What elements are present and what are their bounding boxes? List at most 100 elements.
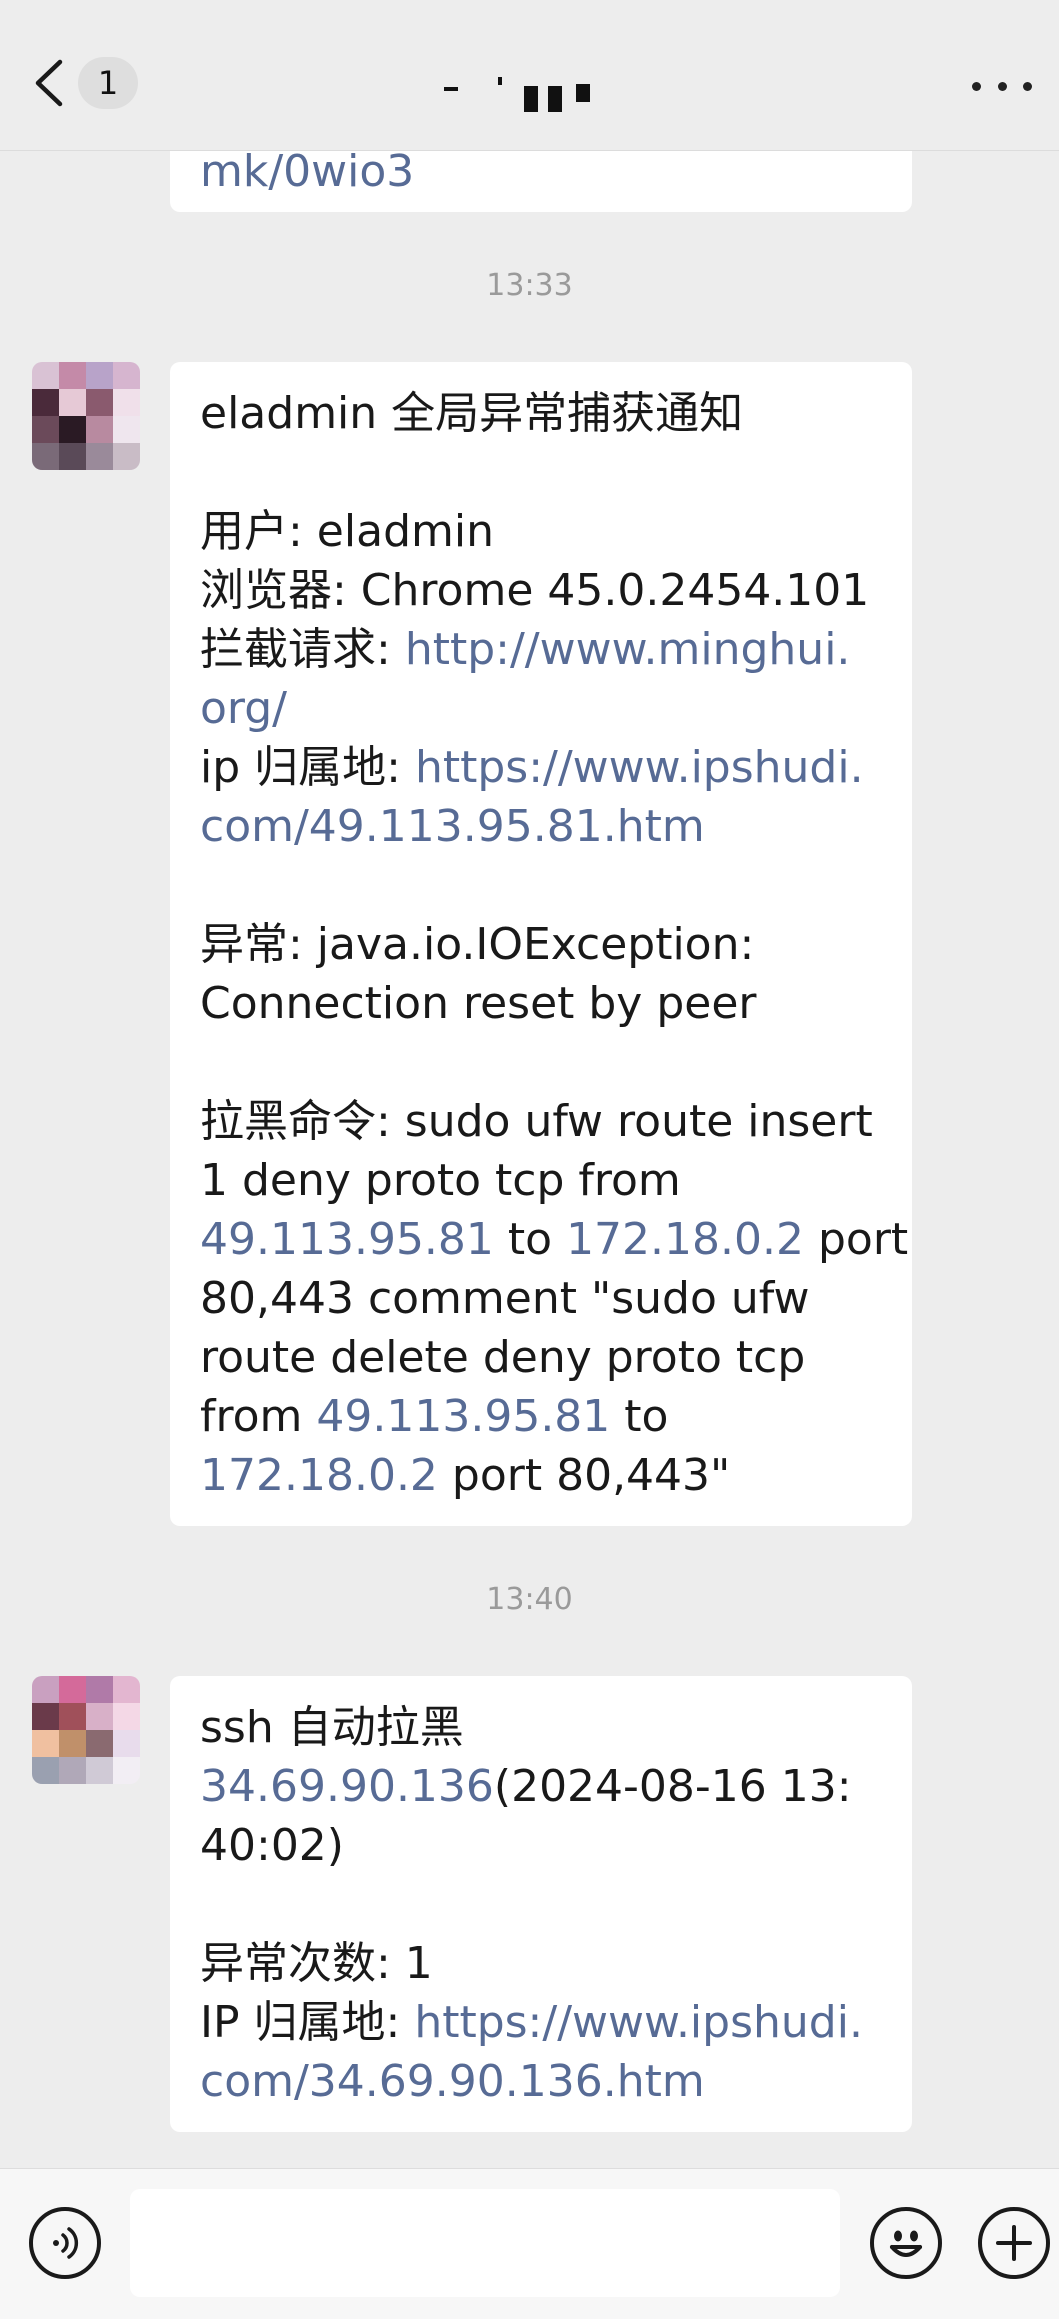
input-bar [0,2168,1059,2319]
back-button[interactable]: 1 [30,52,150,114]
avatar-pixel [32,416,59,443]
avatar-pixel [113,416,140,443]
message-link[interactable]: org/ [200,683,287,734]
message-text: from [200,1391,317,1442]
message-line: 172.18.0.2 port 80,443" [200,1446,882,1505]
more-dot [1023,81,1032,91]
message-line: route delete deny proto tcp [200,1328,882,1387]
avatar-pixel [59,443,86,470]
message-line: 80,443 comment "sudo ufw [200,1269,882,1328]
avatar-pixel [59,416,86,443]
voice-icon [53,2227,79,2259]
message-text: 1 deny proto tcp from [200,1155,681,1206]
message-text: (2024-08-16 13: [493,1761,852,1812]
avatar-pixel [59,1757,86,1784]
avatar-pixel [113,1703,140,1730]
avatar-pixel [59,362,86,389]
message-link[interactable]: com/49.113.95.81.htm [200,801,705,852]
message-text: 异常次数: 1 [200,1938,433,1989]
message-input[interactable] [130,2189,840,2297]
message-line: 1 deny proto tcp from [200,1151,882,1210]
plus-button[interactable] [978,2207,1050,2279]
message-line: IP 归属地: https://www.ipshudi. [200,1993,882,2052]
timestamp: 13:40 [486,1582,573,1617]
avatar-pixel [32,1703,59,1730]
avatar-pixel [59,1703,86,1730]
message-link[interactable]: 172.18.0.2 [566,1214,804,1265]
message-link[interactable]: mk/0wio3 [200,146,414,197]
status-bar [0,0,1059,16]
voice-button[interactable] [29,2207,101,2279]
message-text: ip 归属地: [200,742,415,793]
message-line: 用户: eladmin [200,502,882,561]
message-text: to [610,1391,669,1442]
message-line: 40:02) [200,1816,882,1875]
avatar-pixel [59,389,86,416]
avatar-pixel [32,1676,59,1703]
message-line: 49.113.95.81 to 172.18.0.2 port [200,1210,908,1269]
message-text: 用户: eladmin [200,506,494,557]
message-line: Connection reset by peer [200,974,882,1033]
message-link[interactable]: http://www.minghui. [405,624,851,675]
message-line: com/34.69.90.136.htm [200,2052,882,2111]
message-link[interactable]: https://www.ipshudi. [415,742,864,793]
message-line: ip 归属地: https://www.ipshudi. [200,738,882,797]
avatar-pixel [32,1757,59,1784]
avatar-pixel [113,1676,140,1703]
avatar-pixel [86,1676,113,1703]
nav-bar: 1 [0,16,1059,151]
avatar-pixel [86,1730,113,1757]
timestamp: 13:33 [486,268,573,303]
message-title: eladmin 全局异常捕获通知 [200,388,744,439]
message-text: IP 归属地: [200,1997,415,2048]
avatar[interactable] [32,362,140,470]
message-line: 异常: java.io.IOException: [200,915,882,974]
avatar-pixel [86,1703,113,1730]
message-link[interactable]: 49.113.95.81 [200,1214,494,1265]
message-line: 异常次数: 1 [200,1934,882,1993]
message-bubble[interactable]: ssh 自动拉黑 34.69.90.136(2024-08-16 13: 40:0… [170,1676,912,2132]
message-text: 浏览器: Chrome 45.0.2454.101 [200,565,870,616]
message-text: 40:02) [200,1820,344,1871]
message-line: org/ [200,679,882,738]
unread-badge: 1 [78,57,138,109]
avatar-pixel [59,1676,86,1703]
message-body: 34.69.90.136(2024-08-16 13: 40:02) 异常次数: 1… [200,1757,882,2111]
more-button[interactable] [972,76,1032,96]
message-text: route delete deny proto tcp [200,1332,806,1383]
message-text: Connection reset by peer [200,978,757,1029]
avatar-pixel [113,1757,140,1784]
message-text: port 80,443" [437,1450,731,1501]
message-text: port [803,1214,909,1265]
avatar-pixel [86,443,113,470]
message-link[interactable]: 172.18.0.2 [200,1450,438,1501]
avatar-pixel [113,1730,140,1757]
message-line: from 49.113.95.81 to [200,1387,882,1446]
message-line: 浏览器: Chrome 45.0.2454.101 [200,561,882,620]
chevron-left-icon [35,59,63,107]
chat-title [420,56,680,116]
message-text: 拉黑命令: sudo ufw route insert [200,1096,873,1147]
avatar-pixel [59,1730,86,1757]
message-text: to [493,1214,567,1265]
message-text: 80,443 comment "sudo ufw [200,1273,810,1324]
avatar-pixel [86,1757,113,1784]
avatar-pixel [32,443,59,470]
avatar-pixel [32,389,59,416]
message-bubble[interactable]: eladmin 全局异常捕获通知 用户: eladmin 浏览器: Chrome … [170,362,912,1526]
emoji-icon [890,2230,922,2257]
avatar-pixel [86,362,113,389]
message-link[interactable]: com/34.69.90.136.htm [200,2056,705,2107]
message-link[interactable]: https://www.ipshudi. [414,1997,863,2048]
message-link[interactable]: 34.69.90.136 [200,1761,494,1812]
emoji-button[interactable] [870,2207,942,2279]
message-link[interactable]: 49.113.95.81 [316,1391,610,1442]
message-line: 34.69.90.136(2024-08-16 13: [200,1757,882,1816]
message-title: ssh 自动拉黑 [200,1702,464,1753]
message-line: 拉黑命令: sudo ufw route insert [200,1092,882,1151]
message-text: 拦截请求: [200,624,405,675]
avatar[interactable] [32,1676,140,1784]
